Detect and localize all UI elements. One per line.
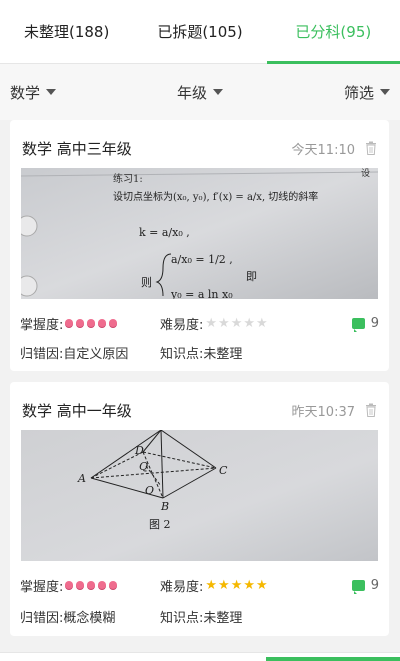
mastery-dot-icon xyxy=(98,581,107,589)
card-title: 数学 高中一年级 xyxy=(22,401,132,420)
photo-text: 练习1: xyxy=(113,172,143,185)
mastery-dot-icon xyxy=(109,581,118,589)
comments-button[interactable]: 9 xyxy=(351,315,379,332)
difficulty-stars: ★ ★ ★ ★ ★ xyxy=(205,317,268,330)
mastery-label: 掌握度: xyxy=(20,317,64,333)
card-rating-row: 掌握度: 难易度: ★ ★ ★ ★ ★ 9 xyxy=(20,313,379,333)
photo-text: a/x₀ = 1/2 , xyxy=(171,253,233,266)
comment-icon xyxy=(351,317,365,332)
card-meta-row: 归错因: 概念模糊 知识点: 未整理 xyxy=(20,606,379,626)
question-photo-image: A B C D Q O 图 2 xyxy=(21,430,378,561)
error-reason-value: 自定义原因 xyxy=(63,346,129,362)
status-tabs: 未整理(188) 已拆题(105) 已分科(95) xyxy=(0,0,400,64)
star-icon: ★ xyxy=(205,315,218,331)
question-photo[interactable]: 练习1: 设切点坐标为(x₀, y₀), f′(x) = a/x, 切线的斜率 … xyxy=(21,168,378,299)
knowledge-field: 知识点: 未整理 xyxy=(160,607,242,626)
photo-text: A xyxy=(77,472,86,485)
photo-text: 则 xyxy=(141,276,152,289)
knowledge-value: 未整理 xyxy=(203,610,243,626)
difficulty-label: 难易度: xyxy=(160,579,204,595)
difficulty-field: 难易度: ★ ★ ★ ★ ★ xyxy=(160,314,269,333)
comments-button[interactable]: 9 xyxy=(351,577,379,594)
photo-text: B xyxy=(160,500,169,513)
mastery-dot-icon xyxy=(109,319,118,327)
mastery-dot-icon xyxy=(76,581,85,589)
subject-dropdown-label: 数学 xyxy=(10,83,41,102)
comment-icon xyxy=(351,579,365,594)
mastery-field: 掌握度: xyxy=(20,576,160,595)
error-reason-field: 归错因: 概念模糊 xyxy=(20,607,160,626)
photo-text: 图 2 xyxy=(149,518,171,531)
photo-text: 即 xyxy=(246,270,257,283)
mastery-dots xyxy=(65,319,120,327)
trash-icon[interactable] xyxy=(365,141,377,155)
star-icon: ★ xyxy=(243,577,256,593)
photo-text: 设 xyxy=(361,168,370,179)
comment-count: 9 xyxy=(370,315,379,331)
star-icon: ★ xyxy=(243,315,256,331)
mastery-dot-icon xyxy=(87,319,96,327)
question-photo[interactable]: A B C D Q O 图 2 xyxy=(21,430,378,561)
difficulty-label: 难易度: xyxy=(160,317,204,333)
mastery-field: 掌握度: xyxy=(20,314,160,333)
question-card[interactable]: 数学 高中三年级 今天11:10 练习1: 设切点坐标为(x₀, y₀), f′… xyxy=(10,120,389,371)
question-photo-image: 练习1: 设切点坐标为(x₀, y₀), f′(x) = a/x, 切线的斜率 … xyxy=(21,168,378,299)
photo-text: 设切点坐标为(x₀, y₀), f′(x) = a/x, 切线的斜率 xyxy=(113,190,318,203)
photo-text: Q xyxy=(139,460,148,473)
question-card[interactable]: 数学 高中一年级 昨天10:37 A B C D Q O 图 2 掌握度: 难易… xyxy=(10,382,389,636)
card-timestamp: 今天11:10 xyxy=(291,142,355,158)
photo-text: k = a/x₀ , xyxy=(139,226,190,239)
knowledge-value: 未整理 xyxy=(203,346,243,362)
subject-dropdown[interactable]: 数学 xyxy=(10,82,57,103)
knowledge-field: 知识点: 未整理 xyxy=(160,343,242,362)
card-header: 数学 高中三年级 今天11:10 xyxy=(22,136,377,160)
star-icon: ★ xyxy=(205,577,218,593)
difficulty-field: 难易度: ★ ★ ★ ★ ★ xyxy=(160,576,269,595)
tab-classified[interactable]: 已分科(95) xyxy=(266,0,400,64)
mastery-dot-icon xyxy=(76,319,85,327)
filter-bar: 数学 年级 筛选 xyxy=(0,64,400,120)
filter-dropdown[interactable]: 筛选 xyxy=(344,82,390,103)
error-reason-label: 归错因: xyxy=(20,610,64,626)
card-header: 数学 高中一年级 昨天10:37 xyxy=(22,398,377,422)
chevron-down-icon xyxy=(46,89,57,95)
knowledge-label: 知识点: xyxy=(160,610,204,626)
filter-dropdown-label: 筛选 xyxy=(343,83,374,102)
knowledge-label: 知识点: xyxy=(160,346,204,362)
photo-text: C xyxy=(219,464,228,477)
card-title: 数学 高中三年级 xyxy=(22,139,132,158)
grade-dropdown-label: 年级 xyxy=(176,83,207,102)
error-reason-value: 概念模糊 xyxy=(63,610,116,626)
bottom-tab-indicator xyxy=(0,652,400,661)
photo-text: O xyxy=(145,484,154,497)
error-reason-field: 归错因: 自定义原因 xyxy=(20,343,160,362)
grade-dropdown[interactable]: 年级 xyxy=(177,82,223,103)
card-rating-row: 掌握度: 难易度: ★ ★ ★ ★ ★ 9 xyxy=(20,575,379,595)
star-icon: ★ xyxy=(218,315,230,331)
star-icon: ★ xyxy=(256,315,268,331)
mastery-dot-icon xyxy=(98,319,107,327)
mastery-dots xyxy=(65,581,120,589)
mastery-label: 掌握度: xyxy=(20,579,64,595)
chevron-down-icon xyxy=(379,89,390,95)
error-reason-label: 归错因: xyxy=(20,346,64,362)
card-meta-row: 归错因: 自定义原因 知识点: 未整理 xyxy=(20,342,379,362)
mastery-dot-icon xyxy=(65,581,74,589)
comment-count: 9 xyxy=(370,577,379,593)
chevron-down-icon xyxy=(213,89,223,95)
difficulty-stars: ★ ★ ★ ★ ★ xyxy=(205,579,268,592)
trash-icon[interactable] xyxy=(365,403,377,417)
tab-split[interactable]: 已拆题(105) xyxy=(133,0,266,63)
star-icon: ★ xyxy=(218,577,230,593)
mastery-dot-icon xyxy=(65,319,74,327)
active-indicator xyxy=(266,657,400,661)
photo-text: y₀ = a ln x₀ xyxy=(170,288,233,299)
card-timestamp: 昨天10:37 xyxy=(291,404,355,420)
tab-unsorted[interactable]: 未整理(188) xyxy=(0,0,133,63)
star-icon: ★ xyxy=(256,577,268,593)
star-icon: ★ xyxy=(230,577,243,593)
photo-text: D xyxy=(134,444,144,457)
mastery-dot-icon xyxy=(87,581,96,589)
star-icon: ★ xyxy=(230,315,243,331)
